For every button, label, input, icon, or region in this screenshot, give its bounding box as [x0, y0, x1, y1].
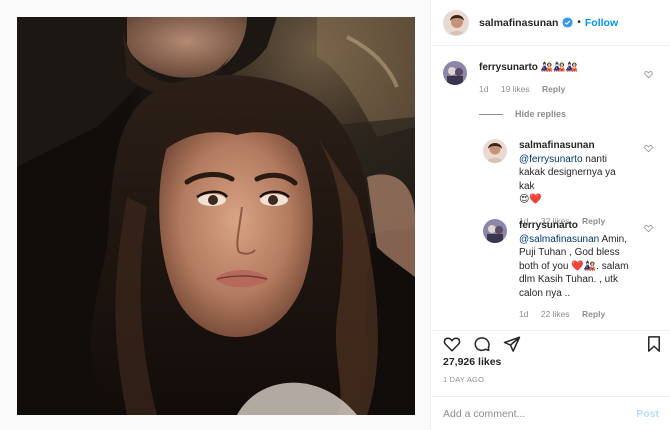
hide-replies-label: Hide replies [515, 109, 567, 119]
reply-mention[interactable]: @ferrysunarto [519, 154, 583, 165]
hide-replies-toggle[interactable]: Hide replies [479, 109, 566, 119]
follow-button[interactable]: Follow [585, 17, 618, 29]
comment-username[interactable]: ferrysunarto [479, 62, 538, 73]
share-icon[interactable] [503, 335, 521, 353]
reply-likes[interactable]: 22 likes [541, 309, 570, 319]
heart-icon[interactable] [443, 335, 461, 353]
avatar[interactable] [483, 219, 507, 243]
reply-emoji: 😍❤️ [519, 194, 542, 205]
action-bar [431, 330, 670, 356]
post-comment-button[interactable]: Post [636, 408, 659, 420]
reply-button[interactable]: Reply [542, 84, 565, 94]
post-container: salmafinasunan • Follow ferrysunarto 🎎🎎🎎… [0, 0, 670, 430]
post-sidebar: salmafinasunan • Follow ferrysunarto 🎎🎎🎎… [430, 0, 670, 430]
reply-username[interactable]: ferrysunarto [519, 219, 633, 233]
reply-button[interactable]: Reply [582, 309, 605, 319]
avatar[interactable] [443, 9, 469, 36]
avatar[interactable] [443, 61, 467, 85]
reply-mention[interactable]: @salmafinasunan [519, 234, 599, 245]
reply-username[interactable]: salmafinasunan [519, 139, 633, 153]
comment-text: 🎎🎎🎎 [540, 62, 579, 73]
post-timestamp[interactable]: 1 DAY AGO [443, 375, 484, 384]
comment-item: ferrysunarto 🎎🎎🎎 1d 19 likes Reply [443, 61, 653, 96]
reply-item: ferrysunarto @salmafinasunan Amin, Puji … [483, 219, 633, 322]
header-username[interactable]: salmafinasunan [479, 17, 558, 29]
comment-input[interactable] [443, 407, 637, 420]
add-comment-bar: Post [431, 396, 670, 430]
bookmark-icon[interactable] [645, 335, 663, 353]
reply-time[interactable]: 1d [519, 309, 528, 319]
reply-item: salmafinasunan @ferrysunarto nanti kakak… [483, 139, 633, 228]
likes-count[interactable]: 27,926 likes [443, 356, 501, 368]
post-photo[interactable] [17, 17, 415, 415]
avatar[interactable] [483, 139, 507, 163]
post-header: salmafinasunan • Follow [431, 0, 670, 46]
comment-like-icon[interactable] [644, 224, 653, 233]
comment-like-icon[interactable] [644, 70, 653, 79]
comment-likes[interactable]: 19 likes [501, 84, 530, 94]
selfie-photo [17, 17, 415, 415]
divider [479, 113, 503, 115]
comment-time[interactable]: 1d [479, 84, 488, 94]
comment-icon[interactable] [473, 335, 491, 353]
comments-list[interactable]: ferrysunarto 🎎🎎🎎 1d 19 likes Reply Hide … [431, 47, 670, 330]
comment-like-icon[interactable] [644, 144, 653, 153]
header-separator: • [577, 17, 581, 28]
verified-badge-icon [562, 17, 573, 28]
reply-emoji: ❤️🎎 [571, 260, 597, 272]
